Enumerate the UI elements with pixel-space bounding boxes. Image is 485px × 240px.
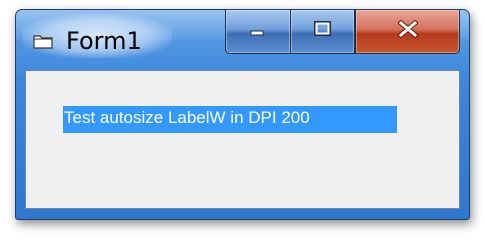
minimize-button[interactable] xyxy=(225,10,290,54)
minimize-icon xyxy=(249,23,267,41)
maximize-button[interactable] xyxy=(290,10,355,54)
maximize-icon xyxy=(313,20,333,43)
labelw-autosize-label: Test autosize LabelW in DPI 200 xyxy=(63,106,397,133)
folder-icon[interactable] xyxy=(33,33,53,49)
form-client-area: Test autosize LabelW in DPI 200 xyxy=(25,70,460,209)
close-icon xyxy=(396,19,419,43)
close-button[interactable] xyxy=(355,10,460,54)
caption-buttons xyxy=(225,10,460,54)
form1-window: Form1 Test autosize LabelW in DPI 200 xyxy=(15,9,470,220)
window-title: Form1 xyxy=(66,27,142,55)
